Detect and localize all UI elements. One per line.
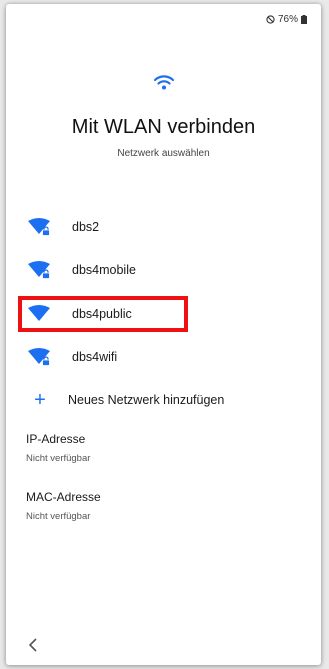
network-name: dbs2	[72, 220, 100, 234]
wifi-icon	[153, 75, 174, 90]
page-subtitle: Netzwerk auswählen	[117, 148, 210, 159]
plus-icon: +	[34, 389, 46, 411]
mac-address-label: MAC-Adresse	[26, 490, 101, 504]
chevron-left-icon	[28, 638, 37, 652]
network-name: dbs4wifi	[72, 350, 118, 364]
lock-icon	[42, 226, 50, 236]
ip-address-label: IP-Adresse	[26, 432, 86, 446]
status-bar: 76%	[266, 14, 307, 25]
mac-address-value: Nicht verfügbar	[26, 511, 91, 522]
battery-percent: 76%	[277, 14, 298, 25]
network-item-dbs4wifi[interactable]: dbs4wifi	[24, 339, 294, 375]
setup-screen: 76% Mit WLAN verbinden Netzwerk auswähle…	[6, 4, 321, 665]
page-title: Mit WLAN verbinden	[71, 116, 256, 138]
lock-icon	[42, 269, 50, 279]
add-network-button[interactable]: + Neues Netzwerk hinzufügen	[24, 386, 304, 414]
lock-icon	[42, 356, 50, 366]
do-not-disturb-icon	[266, 15, 275, 24]
ip-address-value: Nicht verfügbar	[26, 453, 91, 464]
network-item-dbs2[interactable]: dbs2	[24, 209, 294, 245]
network-name: dbs4mobile	[72, 263, 136, 277]
back-button[interactable]	[28, 636, 38, 657]
highlight-box	[18, 296, 188, 332]
network-item-dbs4mobile[interactable]: dbs4mobile	[24, 252, 294, 288]
add-network-label: Neues Netzwerk hinzufügen	[68, 393, 225, 407]
battery-icon	[301, 15, 307, 24]
